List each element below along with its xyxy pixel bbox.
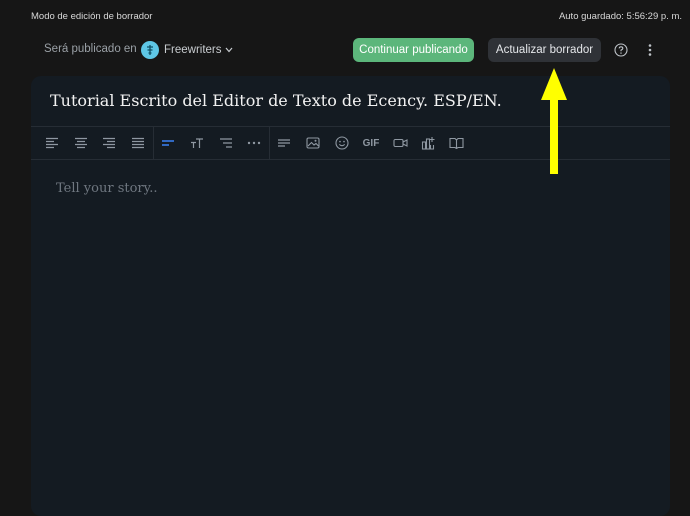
more-vertical-icon[interactable] bbox=[642, 42, 658, 58]
video-icon[interactable] bbox=[391, 134, 409, 152]
update-draft-button[interactable]: Actualizar borrador bbox=[488, 38, 601, 62]
image-icon[interactable] bbox=[304, 134, 322, 152]
align-justify-icon[interactable] bbox=[129, 134, 147, 152]
more-horizontal-icon[interactable] bbox=[245, 134, 263, 152]
book-icon[interactable] bbox=[447, 134, 465, 152]
title-row: Tutorial Escrito del Editor de Texto de … bbox=[31, 76, 670, 127]
align-left-icon[interactable] bbox=[43, 134, 61, 152]
gif-label: GIF bbox=[362, 137, 380, 149]
align-right-icon[interactable] bbox=[100, 134, 118, 152]
gif-icon[interactable]: GIF bbox=[360, 134, 382, 152]
text-wrap-icon[interactable] bbox=[275, 134, 293, 152]
list-icon[interactable] bbox=[217, 134, 235, 152]
draft-mode-label: Modo de edición de borrador bbox=[31, 11, 153, 22]
body-placeholder[interactable]: Tell your story.. bbox=[56, 181, 158, 196]
continue-publishing-button[interactable]: Continuar publicando bbox=[353, 38, 474, 62]
autosave-status: Auto guardado: 5:56:29 p. m. bbox=[558, 11, 682, 22]
publish-destination-label: Será publicado en bbox=[44, 43, 137, 55]
text-size-icon[interactable] bbox=[188, 134, 206, 152]
align-center-icon[interactable] bbox=[72, 134, 90, 152]
editor-panel: Tutorial Escrito del Editor de Texto de … bbox=[31, 76, 670, 516]
chart-icon[interactable] bbox=[419, 134, 437, 152]
toolbar-divider bbox=[269, 127, 270, 159]
chevron-down-icon bbox=[225, 46, 233, 55]
feather-icon bbox=[141, 41, 159, 59]
post-title[interactable]: Tutorial Escrito del Editor de Texto de … bbox=[50, 91, 502, 110]
toolbar-divider bbox=[153, 127, 154, 159]
annotation-arrow-icon bbox=[541, 68, 567, 174]
community-name: Freewriters bbox=[164, 44, 222, 56]
top-status-bar: Modo de edición de borrador Auto guardad… bbox=[0, 0, 690, 32]
editor-toolbar: GIF bbox=[31, 127, 670, 160]
emoji-icon[interactable] bbox=[333, 134, 351, 152]
help-circle-icon[interactable] bbox=[613, 42, 629, 58]
paragraph-icon[interactable] bbox=[159, 134, 177, 152]
community-selector[interactable]: Freewriters bbox=[141, 40, 233, 60]
publish-row: Será publicado en Freewriters Continuar … bbox=[0, 36, 690, 64]
